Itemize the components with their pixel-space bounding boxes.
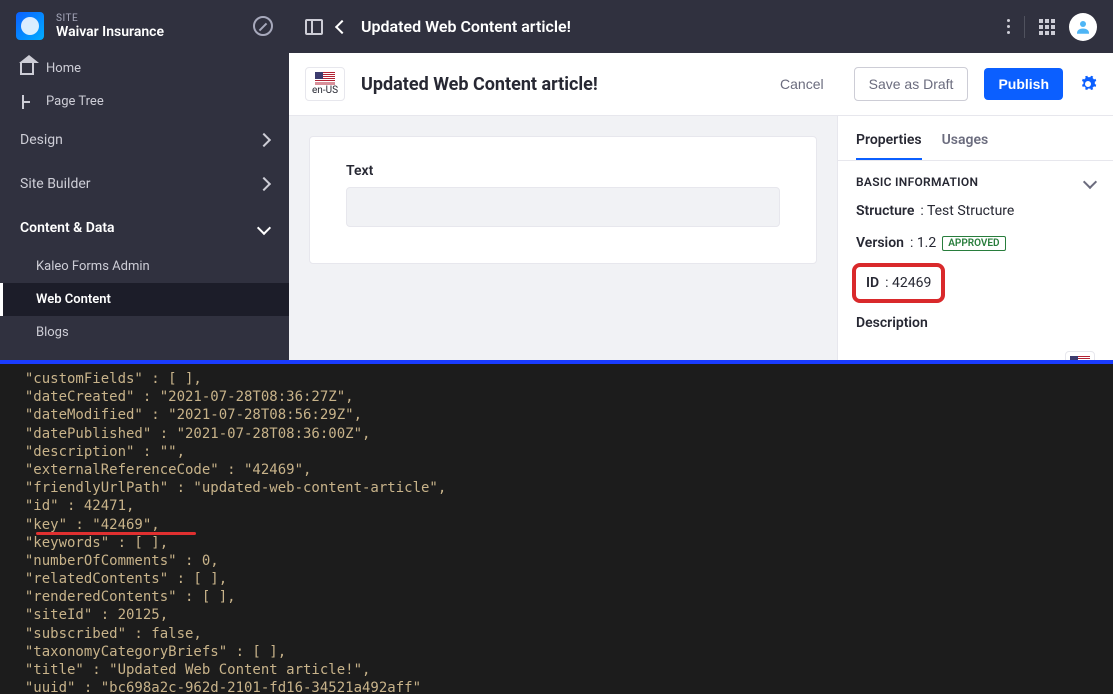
- terminal-line: "relatedContents" : [ ],: [8, 571, 227, 587]
- locale-code: en-US: [312, 85, 338, 96]
- terminal-line: "numberOfComments" : 0,: [8, 553, 219, 569]
- user-icon: [1074, 18, 1092, 36]
- status-badge: APPROVED: [942, 236, 1005, 251]
- chevron-down-icon: [1083, 175, 1097, 189]
- nav-section-design[interactable]: Design: [0, 118, 289, 162]
- us-flag-icon: [1070, 356, 1090, 360]
- nav-home-label: Home: [46, 61, 81, 76]
- sidebar-item-blogs[interactable]: Blogs: [0, 316, 289, 349]
- tab-properties[interactable]: Properties: [856, 132, 922, 160]
- chevron-right-icon: [257, 177, 271, 191]
- site-label: SITE: [56, 13, 241, 24]
- text-field-label: Text: [346, 163, 780, 179]
- content-editor: Text: [289, 116, 837, 360]
- prop-structure: Structure: Test Structure: [856, 203, 1095, 219]
- terminal-line: "dateCreated" : "2021-07-28T08:36:27Z",: [8, 389, 354, 405]
- page-title: Updated Web Content article!: [361, 17, 993, 36]
- section-basic-info[interactable]: BASIC INFORMATION: [856, 175, 1095, 189]
- site-logo: [16, 12, 44, 40]
- locale-badge[interactable]: [1065, 351, 1095, 360]
- apps-grid-icon[interactable]: [1039, 19, 1055, 35]
- locale-selector[interactable]: en-US: [305, 67, 345, 101]
- terminal-line: "uuid" : "bc698a2c-962d-2101-fd16-34521a…: [8, 680, 421, 694]
- terminal-line: "customFields" : [ ],: [8, 371, 202, 387]
- nav-home[interactable]: Home: [0, 52, 289, 85]
- terminal-line: "dateModified" : "2021-07-28T08:56:29Z",: [8, 407, 362, 423]
- sidebar-item-label: Blogs: [36, 325, 69, 340]
- nav-section-sitebuilder[interactable]: Site Builder: [0, 162, 289, 206]
- terminal-line: "externalReferenceCode" : "42469",: [8, 462, 311, 478]
- terminal-line: "friendlyUrlPath" : "updated-web-content…: [8, 480, 446, 496]
- sidebar-item-label: Web Content: [36, 292, 111, 307]
- tree-icon: [20, 95, 34, 109]
- avatar[interactable]: [1069, 13, 1097, 41]
- cancel-button[interactable]: Cancel: [766, 68, 838, 100]
- nav-section-design-label: Design: [20, 132, 63, 148]
- action-bar: en-US Updated Web Content article! Cance…: [289, 53, 1113, 116]
- sidebar-item-label: Kaleo Forms Admin: [36, 259, 150, 274]
- back-button[interactable]: [335, 19, 349, 33]
- save-draft-button[interactable]: Save as Draft: [854, 67, 969, 101]
- terminal-line: "title" : "Updated Web Content article!"…: [8, 662, 370, 678]
- prop-description: Description: [856, 315, 1095, 331]
- form-card: Text: [309, 136, 817, 264]
- nav-pagetree[interactable]: Page Tree: [0, 85, 289, 118]
- terminal-output[interactable]: "customFields" : [ ], "dateCreated" : "2…: [0, 364, 1113, 694]
- compass-icon[interactable]: [253, 16, 273, 36]
- terminal-line: "datePublished" : "2021-07-28T08:36:00Z"…: [8, 426, 370, 442]
- chevron-down-icon: [257, 221, 271, 235]
- nav-section-contentdata[interactable]: Content & Data: [0, 206, 289, 250]
- nav-section-sitebuilder-label: Site Builder: [20, 176, 91, 192]
- us-flag-icon: [315, 72, 335, 85]
- divider: [1024, 16, 1025, 38]
- gear-icon[interactable]: [1079, 75, 1097, 93]
- id-highlight: ID: 42469: [852, 263, 945, 303]
- tab-usages[interactable]: Usages: [942, 132, 989, 160]
- terminal-line: "id" : 42471,: [8, 498, 134, 514]
- terminal-line: "keywords" : [ ],: [8, 535, 168, 551]
- content-title: Updated Web Content article!: [361, 74, 750, 95]
- sidebar-item-kaleo[interactable]: Kaleo Forms Admin: [0, 250, 289, 283]
- nav-section-contentdata-label: Content & Data: [20, 220, 115, 236]
- publish-button[interactable]: Publish: [984, 68, 1063, 100]
- text-input[interactable]: [346, 187, 780, 227]
- panel-toggle-icon[interactable]: [305, 19, 323, 35]
- more-menu-icon[interactable]: [1007, 19, 1010, 34]
- prop-version: Version: 1.2 APPROVED: [856, 235, 1095, 251]
- terminal-line: "taxonomyCategoryBriefs" : [ ],: [8, 644, 286, 660]
- terminal-line: "siteId" : 20125,: [8, 607, 168, 623]
- chevron-right-icon: [257, 133, 271, 147]
- terminal-line: "description" : "",: [8, 444, 185, 460]
- section-title: BASIC INFORMATION: [856, 175, 978, 189]
- prop-id: ID: 42469: [866, 275, 931, 291]
- topbar: Updated Web Content article!: [289, 0, 1113, 53]
- home-icon: [20, 63, 34, 75]
- site-name: Waivar Insurance: [56, 24, 241, 40]
- terminal-line-highlighted: "key" : "42469",: [8, 517, 160, 533]
- nav-pagetree-label: Page Tree: [46, 94, 104, 109]
- site-header[interactable]: SITE Waivar Insurance: [0, 0, 289, 52]
- terminal-line: "renderedContents" : [ ],: [8, 589, 236, 605]
- sidebar: SITE Waivar Insurance Home Page Tree Des…: [0, 0, 289, 360]
- properties-panel: Properties Usages BASIC INFORMATION Stru…: [837, 116, 1113, 360]
- sidebar-item-webcontent[interactable]: Web Content: [0, 283, 289, 316]
- terminal-line: "subscribed" : false,: [8, 626, 202, 642]
